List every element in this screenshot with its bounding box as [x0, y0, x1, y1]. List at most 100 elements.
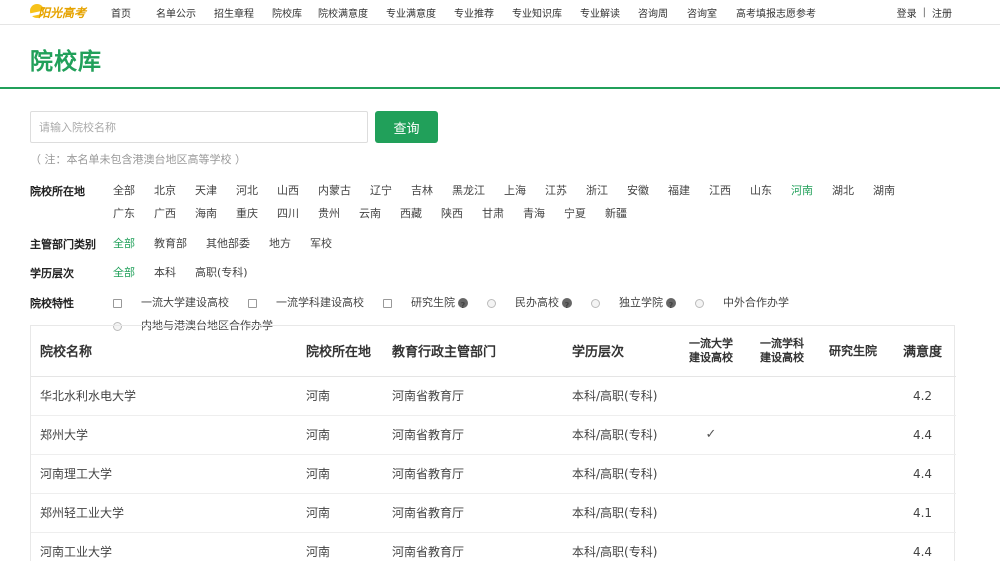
nav-item-8[interactable]: 专业解读	[580, 5, 620, 20]
radio-icon[interactable]	[695, 298, 704, 308]
nav-item-11[interactable]: 高考填报志愿参考	[736, 5, 816, 20]
cell-grad-school	[817, 493, 889, 533]
trait-label: 民办高校	[515, 296, 559, 309]
col-header-name: 院校名称	[31, 326, 297, 377]
radio-icon[interactable]	[487, 298, 496, 308]
nav-item-6[interactable]: 专业推荐	[454, 5, 494, 20]
nav-item-10[interactable]: 咨询室	[687, 5, 717, 20]
site-logo[interactable]: 阳光高考	[30, 2, 88, 22]
login-link[interactable]: 登录	[897, 5, 917, 20]
nav-item-0[interactable]: 首页	[111, 5, 131, 20]
filter-level-option[interactable]: 高职(专科)	[195, 265, 248, 281]
school-search-input[interactable]	[30, 111, 368, 143]
cell-level: 本科/高职(专科)	[563, 415, 675, 455]
nav-item-5[interactable]: 专业满意度	[386, 5, 436, 20]
trait-option[interactable]: 研究生院?	[383, 295, 468, 311]
nav-item-1[interactable]: 名单公示	[156, 5, 196, 20]
cell-satisfaction: 4.1	[889, 493, 956, 533]
filter-location-option[interactable]: 江西	[709, 183, 731, 199]
register-link[interactable]: 注册	[932, 5, 952, 20]
trait-option[interactable]: 独立学院?	[591, 295, 676, 311]
filter-department-option[interactable]: 全部	[113, 236, 135, 252]
filter-location-option[interactable]: 四川	[277, 206, 299, 222]
filter-location-option[interactable]: 浙江	[586, 183, 608, 199]
nav-item-2[interactable]: 招生章程	[214, 5, 254, 20]
filter-location-option[interactable]: 甘肃	[482, 206, 504, 222]
trait-option[interactable]: 中外合作办学	[695, 295, 789, 311]
cell-level: 本科/高职(专科)	[563, 532, 675, 561]
filter-location-option[interactable]: 安徽	[627, 183, 649, 199]
filter-location-option[interactable]: 福建	[668, 183, 690, 199]
cell-first-class-subject	[747, 376, 817, 416]
trait-option[interactable]: 民办高校?	[487, 295, 572, 311]
trait-option[interactable]: 一流大学建设高校	[113, 295, 229, 311]
filter-location-option[interactable]: 上海	[504, 183, 526, 199]
filter-location-option[interactable]: 湖南	[873, 183, 895, 199]
search-note: （ 注：本名单未包含港澳台地区高等学校 ）	[30, 153, 246, 166]
checkbox-icon[interactable]	[113, 298, 122, 308]
cell-satisfaction: 4.4	[889, 532, 956, 561]
radio-icon[interactable]	[591, 298, 600, 308]
search-button[interactable]: 查询	[375, 111, 438, 143]
cell-name[interactable]: 郑州轻工业大学	[31, 493, 297, 533]
col-header-first-class-subject: 一流学科 建设高校	[747, 326, 817, 377]
filter-location-option[interactable]: 北京	[154, 183, 176, 199]
cell-location: 河南	[297, 376, 383, 416]
filter-location-option[interactable]: 河南	[791, 183, 813, 199]
filter-department-option[interactable]: 其他部委	[206, 236, 250, 252]
table-row[interactable]: 郑州大学 河南 河南省教育厅 本科/高职(专科) ✓ 4.4	[31, 415, 956, 455]
checkbox-icon[interactable]	[248, 298, 257, 308]
table-row[interactable]: 河南理工大学 河南 河南省教育厅 本科/高职(专科) 4.4	[31, 454, 956, 494]
help-icon[interactable]: ?	[562, 298, 572, 310]
cell-name[interactable]: 郑州大学	[31, 415, 297, 455]
filter-level-option[interactable]: 全部	[113, 265, 135, 281]
filter-location-option[interactable]: 山东	[750, 183, 772, 199]
filter-location-option[interactable]: 西藏	[400, 206, 422, 222]
filter-department-option[interactable]: 教育部	[154, 236, 187, 252]
table-row[interactable]: 河南工业大学 河南 河南省教育厅 本科/高职(专科) 4.4	[31, 532, 956, 561]
filter-department-option[interactable]: 军校	[310, 236, 332, 252]
filter-level-label: 学历层次	[30, 267, 74, 280]
auth-links: 登录 | 注册	[897, 0, 952, 24]
filter-location-option[interactable]: 湖北	[832, 183, 854, 199]
filter-location-option[interactable]: 江苏	[545, 183, 567, 199]
filter-location-option[interactable]: 河北	[236, 183, 258, 199]
nav-item-9[interactable]: 咨询周	[638, 5, 668, 20]
nav-item-3[interactable]: 院校库	[272, 5, 302, 20]
cell-name[interactable]: 河南工业大学	[31, 532, 297, 561]
filter-location-option[interactable]: 内蒙古	[318, 183, 351, 199]
filter-location-option[interactable]: 宁夏	[564, 206, 586, 222]
filter-level-options: 全部 本科 高职(专科)	[113, 265, 953, 281]
filter-location-option[interactable]: 重庆	[236, 206, 258, 222]
trait-option[interactable]: 一流学科建设高校	[248, 295, 364, 311]
filter-location-option[interactable]: 青海	[523, 206, 545, 222]
cell-name[interactable]: 华北水利水电大学	[31, 376, 297, 416]
col-header-grad-school: 研究生院	[817, 326, 889, 377]
top-nav: 阳光高考 首页 名单公示 招生章程 院校库 院校满意度 专业满意度 专业推荐 专业知识库 专业解…	[0, 0, 1000, 25]
filter-location-option[interactable]: 贵州	[318, 206, 340, 222]
checkbox-icon[interactable]	[383, 298, 392, 308]
filter-location-option[interactable]: 陕西	[441, 206, 463, 222]
filter-level-option[interactable]: 本科	[154, 265, 176, 281]
filter-location-option[interactable]: 天津	[195, 183, 217, 199]
filter-location-option[interactable]: 山西	[277, 183, 299, 199]
filter-location-option[interactable]: 黑龙江	[452, 183, 485, 199]
nav-item-4[interactable]: 院校满意度	[318, 5, 368, 20]
filter-location-option[interactable]: 广东	[113, 206, 135, 222]
filter-location-label: 院校所在地	[30, 185, 85, 198]
table-row[interactable]: 郑州轻工业大学 河南 河南省教育厅 本科/高职(专科) 4.1	[31, 493, 956, 533]
cell-dept: 河南省教育厅	[383, 415, 563, 455]
table-row[interactable]: 华北水利水电大学 河南 河南省教育厅 本科/高职(专科) 4.2	[31, 376, 956, 416]
nav-item-7[interactable]: 专业知识库	[512, 5, 562, 20]
filter-location-option[interactable]: 海南	[195, 206, 217, 222]
filter-department-option[interactable]: 地方	[269, 236, 291, 252]
filter-location-option[interactable]: 辽宁	[370, 183, 392, 199]
filter-location-option[interactable]: 吉林	[411, 183, 433, 199]
filter-location-option[interactable]: 广西	[154, 206, 176, 222]
filter-location-option[interactable]: 全部	[113, 183, 135, 199]
filter-location-option[interactable]: 云南	[359, 206, 381, 222]
help-icon[interactable]: ?	[458, 298, 468, 310]
filter-location-option[interactable]: 新疆	[605, 206, 627, 222]
cell-name[interactable]: 河南理工大学	[31, 454, 297, 494]
help-icon[interactable]: ?	[666, 298, 676, 310]
